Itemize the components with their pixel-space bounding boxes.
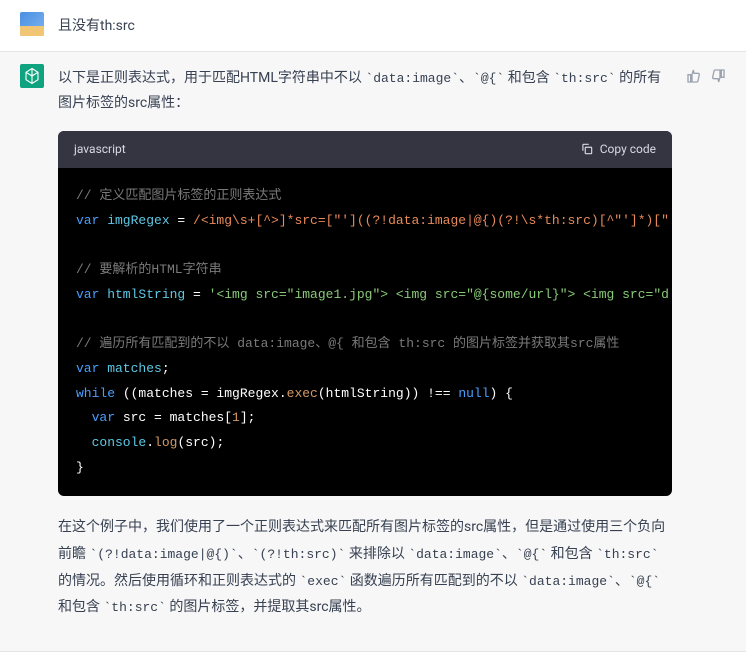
copy-code-button[interactable]: Copy code: [580, 139, 656, 161]
inline-code: `data:image`: [521, 574, 615, 589]
assistant-content: 以下是正则表达式，用于匹配HTML字符串中不以 `data:image`、`@{…: [58, 64, 672, 621]
openai-icon: [23, 67, 41, 85]
inline-code: `@{`: [516, 547, 547, 562]
user-message-text: 且没有th:src: [58, 12, 726, 39]
inline-code: `@{`: [473, 71, 504, 86]
assistant-message: 以下是正则表达式，用于匹配HTML字符串中不以 `data:image`、`@{…: [0, 51, 746, 652]
assistant-avatar: [20, 64, 44, 88]
inline-code: `(?!th:src)`: [252, 547, 346, 562]
user-message: 且没有th:src: [0, 0, 746, 51]
code-language-label: javascript: [74, 139, 126, 161]
code-block: javascript Copy code // 定义匹配图片标签的正则表达式 v…: [58, 131, 672, 497]
code-header: javascript Copy code: [58, 131, 672, 169]
intro-paragraph: 以下是正则表达式，用于匹配HTML字符串中不以 `data:image`、`@{…: [58, 66, 672, 116]
feedback-buttons: [686, 64, 726, 621]
code-body: // 定义匹配图片标签的正则表达式 var imgRegex = /<img\s…: [58, 168, 672, 496]
inline-code: `data:image`: [408, 547, 502, 562]
inline-code: `@{`: [629, 574, 660, 589]
inline-code: `th:src`: [103, 600, 165, 615]
inline-code: `th:src`: [553, 71, 615, 86]
user-avatar: [20, 12, 44, 36]
clipboard-icon: [580, 142, 594, 156]
inline-code: `data:image`: [365, 71, 459, 86]
thumbs-down-icon[interactable]: [710, 68, 726, 84]
thumbs-up-icon[interactable]: [686, 68, 702, 84]
inline-code: `th:src`: [596, 547, 658, 562]
inline-code: `(?!data:image|@{)`: [89, 547, 237, 562]
explanation-paragraph: 在这个例子中，我们使用了一个正则表达式来匹配所有图片标签的src属性，但是通过使…: [58, 514, 672, 621]
inline-code: `exec`: [299, 574, 346, 589]
